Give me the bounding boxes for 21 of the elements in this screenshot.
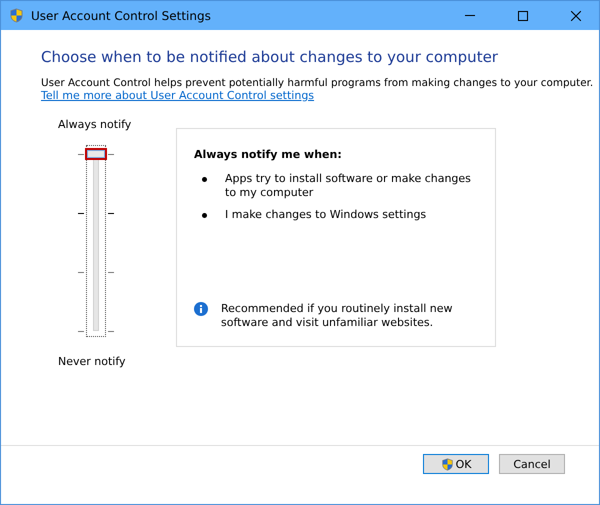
bullet-text: I make changes to Windows settings [225,208,428,222]
cancel-button[interactable]: Cancel [499,454,565,474]
maximize-icon [518,10,528,20]
slider-thumb[interactable] [85,148,107,160]
slider-top-label: Always notify [58,118,132,131]
shield-icon [440,458,454,470]
bullet-text: Apps try to install software or make changes to my computer [225,172,472,200]
page-heading: Choose when to be notified about changes to your computer [41,48,499,66]
close-icon [571,10,581,20]
recommendation-note: Recommended if you routinely install new software and visit unfamiliar websites. [221,302,454,330]
help-link[interactable]: Tell me more about User Account Control settings [41,89,314,102]
bullet-icon [202,177,207,182]
window-title: User Account Control Settings [31,8,212,22]
panel-title: Always notify me when: [194,148,343,161]
slider-bottom-label: Never notify [58,355,126,368]
shield-icon [9,8,24,23]
ok-button[interactable]: OK [423,454,489,474]
minimize-icon [465,15,475,16]
info-icon [194,302,208,316]
description-text: User Account Control helps prevent potentially harmful programs from making changes to your computer. [41,77,594,89]
bullet-icon [202,213,207,218]
